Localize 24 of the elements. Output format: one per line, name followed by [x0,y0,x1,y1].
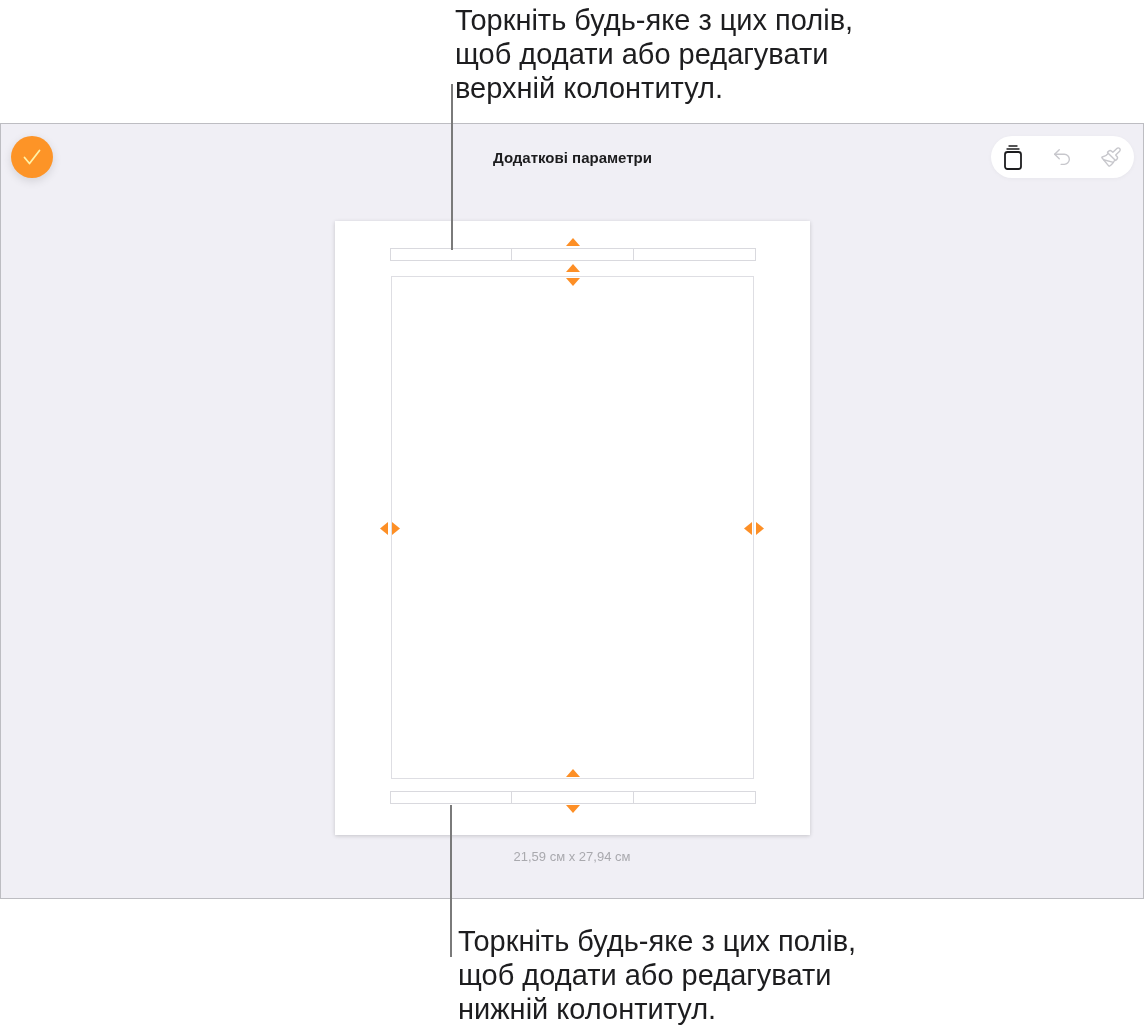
callout-text: Торкніть будь-яке з цих полів, щоб додати або редагувати верхній колонтитул. [455,3,854,105]
paintbrush-icon [1100,146,1122,168]
footer-field[interactable] [512,791,634,804]
done-button[interactable] [11,136,53,178]
undo-icon [1051,146,1073,168]
document-stack-icon [1004,144,1022,170]
screen-title: Додаткові параметри [493,148,652,166]
triangle-right-icon[interactable] [755,522,764,535]
triangle-down-icon[interactable] [565,805,580,813]
callout-text: Торкніть будь-яке з цих полів, щоб додати або редагувати нижній колонтитул. [458,924,857,1026]
footer-field[interactable] [633,791,756,804]
triangle-left-icon[interactable] [743,522,752,535]
triangle-up-icon[interactable] [565,769,580,777]
header-field[interactable] [512,248,634,261]
footer-field[interactable] [389,791,513,804]
triangle-up-icon[interactable] [565,238,580,246]
triangle-left-icon[interactable] [379,522,388,535]
header-field[interactable] [389,248,513,261]
header-field[interactable] [633,248,756,261]
triangle-down-icon[interactable] [565,278,580,286]
page-size-label: 21,59 см x 27,94 см [513,849,631,864]
triangle-right-icon[interactable] [391,522,400,535]
check-icon [23,149,41,165]
triangle-up-icon[interactable] [565,264,580,272]
